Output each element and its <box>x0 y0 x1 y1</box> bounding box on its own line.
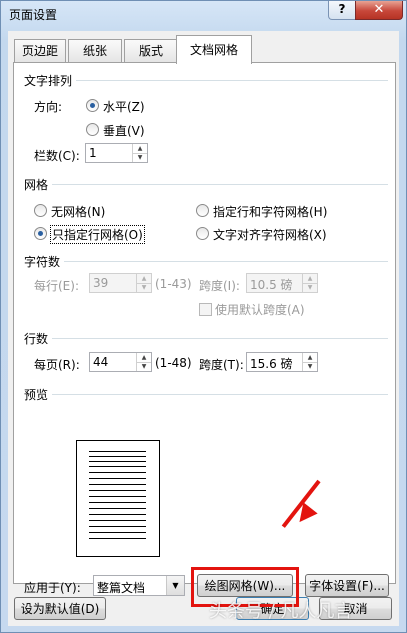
help-button[interactable]: ? <box>328 1 356 20</box>
columns-spinner[interactable]: 1 ▲ ▼ <box>85 143 148 163</box>
preview-line <box>89 466 146 467</box>
char-pitch-label: 跨度(I): <box>199 279 240 293</box>
spin-down-icon[interactable]: ▼ <box>133 153 147 162</box>
line-pitch-label: 跨度(T): <box>199 358 244 372</box>
watermark: 头条号 / 凡人凡言 <box>209 601 353 622</box>
page-preview <box>76 440 160 557</box>
preview-line <box>89 461 146 462</box>
chars-per-line-value[interactable]: 39 <box>93 276 108 290</box>
columns-value[interactable]: 1 <box>89 146 97 160</box>
line-pitch-spinner[interactable]: 15.6 磅 ▲ ▼ <box>246 352 318 372</box>
radio-horizontal[interactable] <box>86 99 99 112</box>
lines-per-page-label: 每页(R): <box>34 358 80 372</box>
section-characters: 字符数 <box>24 255 61 269</box>
radio-vertical[interactable] <box>86 123 99 136</box>
lines-per-page-spinner[interactable]: 44 ▲ ▼ <box>89 352 152 372</box>
title-bar: 页面设置 ? ✕ <box>1 1 406 29</box>
line-pitch-value[interactable]: 15.6 磅 <box>250 355 293 372</box>
preview-line <box>89 456 146 457</box>
preview-line <box>89 532 146 533</box>
divider <box>52 338 388 339</box>
chars-per-line-label: 每行(E): <box>34 279 79 293</box>
default-pitch-label: 使用默认跨度(A) <box>215 303 305 317</box>
preview-line <box>89 520 146 521</box>
chars-per-line-spinner[interactable]: 39 ▲ ▼ <box>89 273 152 293</box>
section-lines: 行数 <box>24 332 49 346</box>
chevron-down-icon[interactable]: ▼ <box>166 576 184 595</box>
divider <box>52 394 388 395</box>
spin-down-icon[interactable]: ▼ <box>303 283 317 292</box>
divider <box>76 80 388 81</box>
radio-line-grid-only[interactable] <box>34 227 47 240</box>
columns-label: 栏数(C): <box>34 149 80 163</box>
dialog-body: 页边距 纸张 版式 文档网格 文字排列 方向: 水平(Z) 垂直(V) 栏数(C… <box>8 31 399 626</box>
no-grid-label[interactable]: 无网格(N) <box>51 203 105 220</box>
preview-line <box>89 451 146 452</box>
preview-line <box>89 538 146 539</box>
lines-per-page-range: (1-48) <box>155 356 192 370</box>
snap-to-char-grid-label[interactable]: 文字对齐字符网格(X) <box>213 226 327 243</box>
preview-line <box>89 490 146 491</box>
spin-down-icon[interactable]: ▼ <box>137 362 151 371</box>
dialog-window: 页面设置 ? ✕ 页边距 纸张 版式 文档网格 文字排列 方向: 水平(Z) 垂… <box>0 0 407 633</box>
preview-line <box>89 484 146 485</box>
preview-line <box>89 496 146 497</box>
section-text-direction: 文字排列 <box>24 74 73 88</box>
preview-line <box>89 478 146 479</box>
radio-snap-to-char-grid[interactable] <box>196 227 209 240</box>
preview-line <box>89 502 146 503</box>
line-grid-only-label[interactable]: 只指定行网格(O) <box>50 225 145 244</box>
close-button[interactable]: ✕ <box>355 1 403 20</box>
preview-line <box>89 472 146 473</box>
horizontal-label[interactable]: 水平(Z) <box>103 98 145 115</box>
preview-line <box>89 514 146 515</box>
apply-to-label: 应用于(Y): <box>24 581 81 595</box>
radio-no-grid[interactable] <box>34 204 47 217</box>
lines-per-page-value[interactable]: 44 <box>93 355 108 369</box>
section-grid: 网格 <box>24 178 49 192</box>
divider <box>52 184 388 185</box>
tab-paper[interactable]: 纸张 <box>68 39 122 63</box>
chars-per-line-range: (1-43) <box>155 277 192 291</box>
line-and-char-grid-label[interactable]: 指定行和字符网格(H) <box>213 203 327 220</box>
direction-label: 方向: <box>34 100 63 114</box>
preview-line <box>89 508 146 509</box>
preview-line <box>89 526 146 527</box>
radio-line-and-char-grid[interactable] <box>196 204 209 217</box>
vertical-label[interactable]: 垂直(V) <box>103 122 145 139</box>
default-pitch-checkbox[interactable] <box>199 303 212 316</box>
tab-layout[interactable]: 版式 <box>124 39 178 63</box>
char-pitch-value[interactable]: 10.5 磅 <box>250 276 293 293</box>
set-default-button[interactable]: 设为默认值(D) <box>14 597 106 620</box>
apply-to-select[interactable]: 整篇文档 ▼ <box>93 575 185 596</box>
spin-down-icon[interactable]: ▼ <box>137 283 151 292</box>
apply-to-value[interactable]: 整篇文档 <box>97 579 145 596</box>
document-grid-panel: 文字排列 方向: 水平(Z) 垂直(V) 栏数(C): 1 ▲ ▼ 网格 无网格(… <box>13 62 396 607</box>
tab-margins[interactable]: 页边距 <box>14 39 66 63</box>
divider <box>64 261 388 262</box>
font-settings-button[interactable]: 字体设置(F)... <box>305 574 389 597</box>
char-pitch-spinner[interactable]: 10.5 磅 ▲ ▼ <box>246 273 318 293</box>
dialog-title: 页面设置 <box>9 8 58 22</box>
spin-down-icon[interactable]: ▼ <box>303 362 317 371</box>
tab-document-grid[interactable]: 文档网格 <box>176 35 252 64</box>
section-preview: 预览 <box>24 388 49 402</box>
